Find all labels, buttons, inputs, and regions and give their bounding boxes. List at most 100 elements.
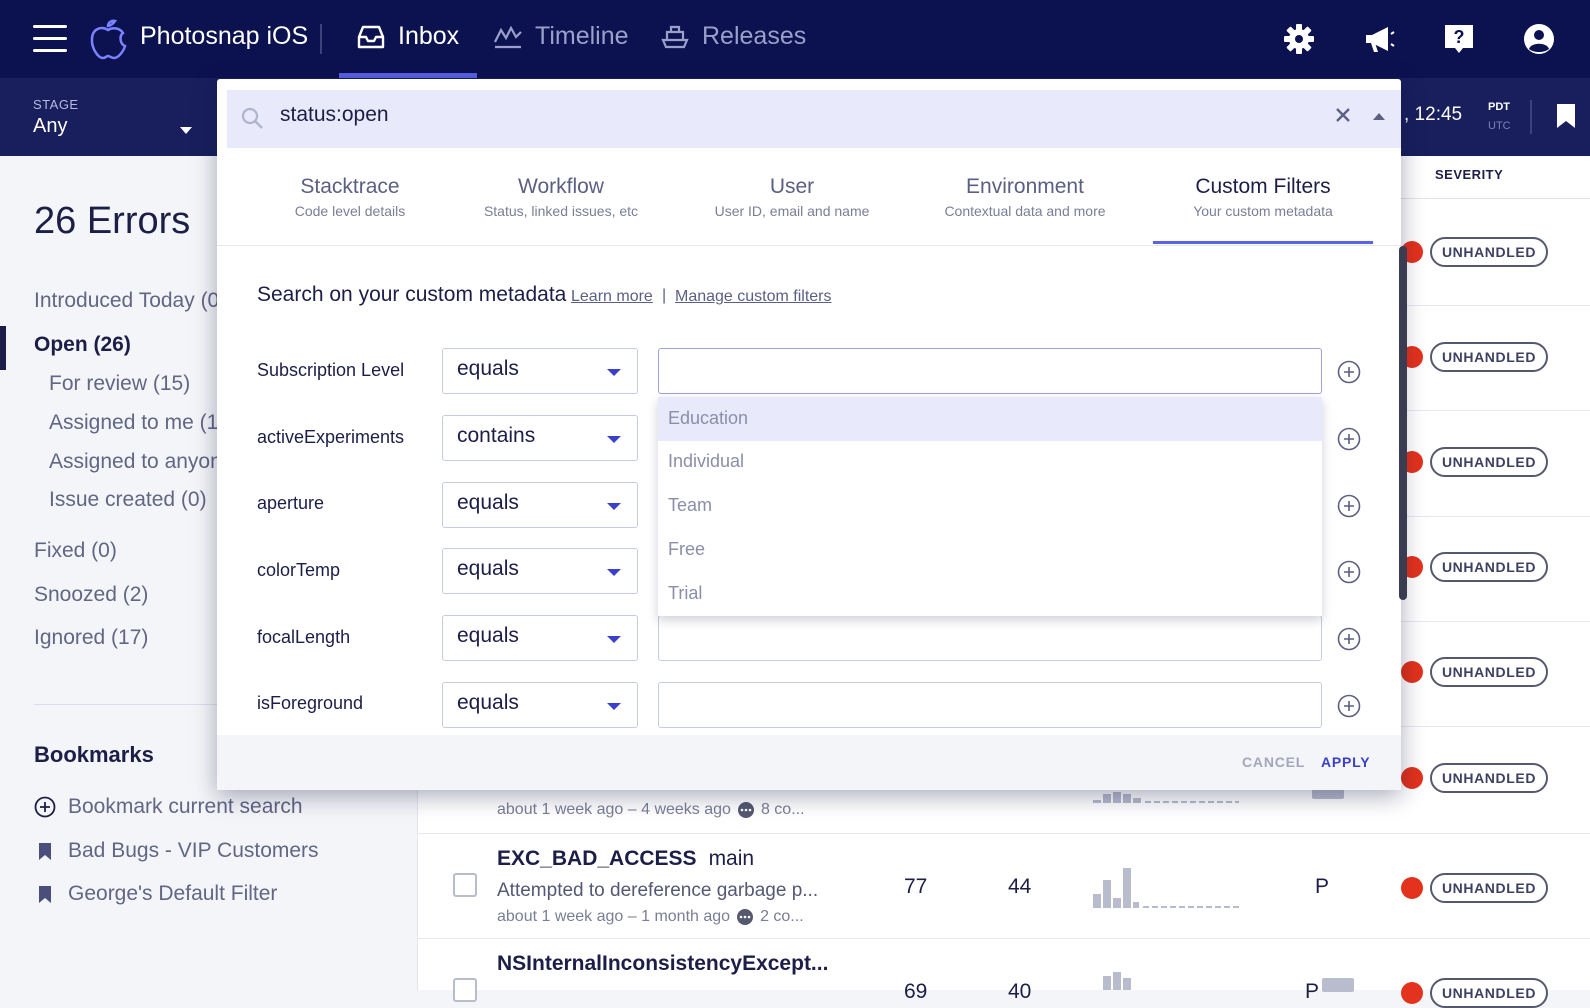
unhandled-badge: UNHANDLED xyxy=(1430,552,1548,582)
divider xyxy=(418,833,1590,834)
announcement-icon[interactable] xyxy=(1362,22,1396,56)
bookmark-icon xyxy=(39,886,51,903)
operator-select[interactable]: equals xyxy=(442,548,638,594)
dropdown-option[interactable]: Education xyxy=(658,397,1322,441)
nav-releases[interactable]: Releases xyxy=(660,22,806,51)
dropdown-option[interactable]: Individual xyxy=(658,440,1322,484)
filter-label: colorTemp xyxy=(257,560,341,580)
sidebar-item-introduced-today[interactable]: Introduced Today (0) xyxy=(34,289,217,313)
bookmark-item[interactable]: George's Default Filter xyxy=(34,882,277,906)
severity-dot xyxy=(1401,877,1423,899)
filter-label: activeExperiments xyxy=(257,427,405,447)
plus-circle-icon[interactable] xyxy=(1337,360,1361,384)
events-count: 69 xyxy=(904,980,928,1003)
comment-icon xyxy=(737,909,754,925)
divider xyxy=(1530,100,1532,134)
dropdown-option[interactable]: Free xyxy=(658,528,1322,572)
timeline-icon xyxy=(494,25,522,48)
sidebar-item-open[interactable]: Open (26) xyxy=(34,333,131,357)
plus-circle-icon[interactable] xyxy=(1337,627,1361,651)
tab-user[interactable]: User User ID, email and name xyxy=(702,175,882,219)
tab-workflow[interactable]: Workflow Status, linked issues, etc xyxy=(470,175,652,219)
timezone-pdt[interactable]: PDT xyxy=(1488,101,1510,113)
time-range-value[interactable]: , 12:45 xyxy=(1404,104,1462,126)
error-title[interactable]: NSInternalInconsistencyExcept... xyxy=(497,952,828,976)
custom-filters-heading: Search on your custom metadata xyxy=(257,283,567,306)
bookmark-icon[interactable] xyxy=(1556,103,1576,129)
caret-down-icon[interactable] xyxy=(180,127,192,134)
operator-select[interactable]: equals xyxy=(442,348,638,394)
search-input[interactable]: status:open xyxy=(280,103,389,127)
bookmark-label: Bad Bugs - VIP Customers xyxy=(68,839,319,862)
project-name[interactable]: Photosnap iOS xyxy=(140,22,308,51)
filter-value-input[interactable] xyxy=(658,348,1322,394)
chevron-up-icon[interactable] xyxy=(1373,113,1385,120)
filter-value-input[interactable] xyxy=(658,615,1322,661)
tab-environment[interactable]: Environment Contextual data and more xyxy=(932,175,1118,219)
sidebar-item-assigned-to-me[interactable]: Assigned to me (1) xyxy=(49,411,217,435)
sparkline xyxy=(1103,972,1131,990)
search-bar[interactable] xyxy=(227,90,1401,148)
manage-custom-filters-link[interactable]: Manage custom filters xyxy=(675,288,832,306)
cancel-button[interactable]: CANCEL xyxy=(1242,754,1305,770)
severity-dot xyxy=(1401,661,1423,683)
nav-inbox-label: Inbox xyxy=(398,22,460,50)
gear-icon[interactable] xyxy=(1282,22,1316,56)
user-avatar-icon[interactable] xyxy=(1522,22,1556,56)
apply-button[interactable]: APPLY xyxy=(1321,754,1370,770)
stage-select[interactable]: Any xyxy=(33,115,67,138)
learn-more-link[interactable]: Learn more xyxy=(571,288,653,306)
operator-select[interactable]: equals xyxy=(442,615,638,661)
severity-column-header[interactable]: SEVERITY xyxy=(1435,167,1503,182)
search-icon xyxy=(241,107,263,129)
bookmark-current-search-label: Bookmark current search xyxy=(68,795,303,818)
sidebar-item-issue-created[interactable]: Issue created (0) xyxy=(49,488,217,512)
modal-footer xyxy=(217,735,1401,790)
nav-timeline[interactable]: Timeline xyxy=(493,22,629,51)
users-count: 44 xyxy=(1008,875,1032,898)
tab-stacktrace[interactable]: Stacktrace Code level details xyxy=(272,175,428,219)
dropdown-option[interactable]: Trial xyxy=(658,572,1322,616)
operator-select[interactable]: equals xyxy=(442,482,638,528)
error-meta: about 1 week ago – 1 month ago 2 co... xyxy=(497,908,804,925)
operator-select[interactable]: contains xyxy=(442,415,638,461)
filter-label: isForeground xyxy=(257,693,364,713)
unhandled-badge: UNHANDLED xyxy=(1430,873,1548,903)
plus-circle-icon[interactable] xyxy=(1337,494,1361,518)
dropdown-option[interactable]: Team xyxy=(658,484,1322,528)
row-checkbox[interactable] xyxy=(453,978,477,1002)
nav-inbox[interactable]: Inbox xyxy=(356,22,459,51)
value-suggestions-dropdown: Education Individual Team Free Trial xyxy=(658,397,1322,616)
bookmark-item[interactable]: Bad Bugs - VIP Customers xyxy=(34,839,319,863)
stage-label: STAGE xyxy=(33,97,79,112)
bookmark-current-search-button[interactable]: Bookmark current search xyxy=(34,795,303,819)
help-icon[interactable]: ? xyxy=(1442,22,1476,56)
row-checkbox[interactable] xyxy=(453,873,477,897)
unhandled-badge: UNHANDLED xyxy=(1430,763,1548,793)
scrollbar-thumb[interactable] xyxy=(1399,246,1407,600)
divider xyxy=(320,24,322,54)
plus-circle-icon[interactable] xyxy=(1337,694,1361,718)
tab-custom-filters[interactable]: Custom Filters Your custom metadata xyxy=(1166,175,1360,219)
svg-text:?: ? xyxy=(1454,27,1465,47)
sidebar-item-ignored[interactable]: Ignored (17) xyxy=(34,626,148,650)
events-count: 77 xyxy=(904,875,928,898)
bookmarks-heading: Bookmarks xyxy=(34,742,154,767)
menu-icon[interactable] xyxy=(33,25,67,53)
error-title[interactable]: EXC_BAD_ACCESS main xyxy=(497,847,754,871)
error-message: Attempted to dereference garbage p... xyxy=(497,880,819,901)
filter-value-input[interactable] xyxy=(658,682,1322,728)
plus-circle-icon[interactable] xyxy=(1337,427,1361,451)
close-icon[interactable] xyxy=(1335,107,1351,123)
divider xyxy=(217,245,1401,246)
sidebar-item-snoozed[interactable]: Snoozed (2) xyxy=(34,583,148,607)
sidebar-item-fixed[interactable]: Fixed (0) xyxy=(34,539,117,563)
sidebar-item-assigned-to-anyone[interactable]: Assigned to anyone xyxy=(49,450,217,474)
timezone-utc[interactable]: UTC xyxy=(1488,120,1511,132)
caret-down-icon xyxy=(607,636,621,643)
plus-circle-icon[interactable] xyxy=(1337,560,1361,584)
sidebar-item-for-review[interactable]: For review (15) xyxy=(49,372,217,396)
apple-logo-icon xyxy=(90,19,127,60)
stage-indicator: P xyxy=(1305,980,1320,1003)
operator-select[interactable]: equals xyxy=(442,682,638,728)
